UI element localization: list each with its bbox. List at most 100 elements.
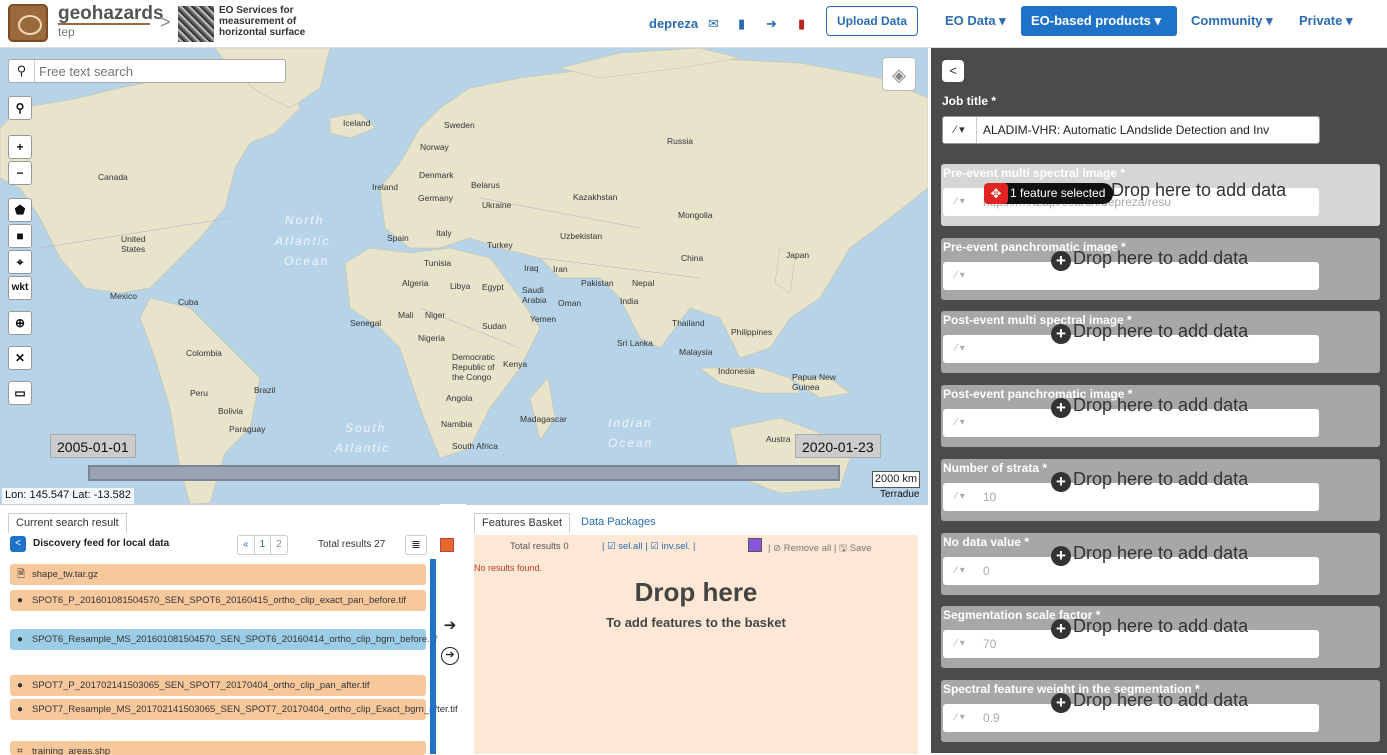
result-name: SPOT7_Resample_MS_201702141503065_SEN_SP… bbox=[32, 704, 458, 715]
arrow-right-icon[interactable]: ➔ bbox=[441, 617, 459, 635]
rectangle-tool-icon[interactable]: ■ bbox=[8, 224, 32, 248]
tab-current-search-result[interactable]: Current search result bbox=[8, 513, 127, 533]
magic-wand-icon[interactable]: ⁄ ▾ bbox=[943, 117, 977, 143]
magic-wand-icon[interactable]: ⁄ ▾ bbox=[943, 262, 977, 290]
geohazards-logo[interactable] bbox=[8, 4, 48, 42]
timeline-start-date: 2005-01-01 bbox=[50, 434, 136, 458]
scale-bar: 2000 km bbox=[872, 471, 920, 488]
brand-name[interactable]: geohazards bbox=[58, 3, 164, 25]
arrow-circle-right-icon[interactable]: ➔ bbox=[441, 647, 459, 665]
magic-wand-icon[interactable]: ⁄ ▾ bbox=[943, 335, 977, 363]
tab-features-basket[interactable]: Features Basket bbox=[474, 513, 571, 533]
share-icon[interactable]: < bbox=[942, 60, 964, 82]
logout-icon[interactable]: ➜ bbox=[766, 16, 777, 32]
map-view[interactable]: North Atlantic Ocean South Atlantic Indi… bbox=[0, 48, 928, 504]
layers-icon[interactable]: ◈ bbox=[882, 57, 916, 91]
result-name: training_areas.shp bbox=[32, 746, 111, 755]
map-label-pakistan: Pakistan bbox=[581, 278, 614, 288]
nav-eo-data[interactable]: EO Data ▾ bbox=[935, 6, 1016, 36]
page-1[interactable]: 1 bbox=[255, 536, 272, 554]
magic-wand-icon[interactable]: ⁄ ▾ bbox=[943, 188, 977, 216]
color-legend-orange[interactable] bbox=[440, 538, 454, 552]
plus-icon: + bbox=[1051, 251, 1071, 271]
map-label-png: Papua New Guinea bbox=[792, 372, 836, 392]
result-item[interactable]: ● SPOT6_P_201601081504570_SEN_SPOT6_20160… bbox=[10, 590, 426, 611]
point-tool-icon[interactable]: ⌖ bbox=[8, 250, 32, 274]
map-label-brazil: Brazil bbox=[254, 385, 276, 395]
page-first[interactable]: « bbox=[238, 536, 255, 554]
magic-wand-icon[interactable]: ⁄ ▾ bbox=[943, 557, 977, 585]
map-label-sri-lanka: Sri Lanka bbox=[617, 338, 653, 348]
map-label-nepal: Nepal bbox=[632, 278, 655, 288]
fullscreen-icon[interactable]: ✕ bbox=[8, 346, 32, 370]
map-label-sweden: Sweden bbox=[444, 120, 475, 130]
free-text-search-input[interactable] bbox=[39, 62, 279, 80]
drop-hint-text: Drop here to add data bbox=[1073, 469, 1249, 489]
map-label-south-africa: South Africa bbox=[452, 441, 498, 451]
map-label-ireland: Ireland bbox=[372, 182, 398, 192]
basket-select-links[interactable]: | ☑ sel.all | ☑ inv.sel. | bbox=[602, 541, 695, 552]
map-label-sudan: Sudan bbox=[482, 321, 507, 331]
book-icon[interactable]: ▮ bbox=[738, 16, 745, 32]
globe-icon: ● bbox=[17, 704, 24, 715]
timeline-end-date: 2020-01-23 bbox=[795, 434, 881, 458]
job-title-value: ALADIM-VHR: Automatic LAndslide Detectio… bbox=[983, 123, 1270, 137]
ruler-icon[interactable]: ▭ bbox=[8, 381, 32, 405]
result-item[interactable]: ● SPOT7_Resample_MS_201702141503065_SEN_S… bbox=[10, 699, 458, 720]
page-2[interactable]: 2 bbox=[271, 536, 287, 554]
field-label: No data value * bbox=[943, 535, 1030, 549]
zoom-in-button[interactable]: + bbox=[8, 135, 32, 159]
nav-eo-based-products[interactable]: EO-based products ▾ bbox=[1021, 6, 1177, 36]
magic-wand-icon[interactable]: ⁄ ▾ bbox=[943, 630, 977, 658]
field-segmentation-scale[interactable]: Segmentation scale factor * ⁄ ▾ 70 + Drop … bbox=[941, 606, 1380, 668]
basket-actions[interactable]: | ⊘ Remove all | 🖫 Save bbox=[768, 541, 871, 557]
result-item[interactable]: ● SPOT7_P_201702141503065_SEN_SPOT7_20170… bbox=[10, 675, 426, 696]
magic-wand-icon[interactable]: ⁄ ▾ bbox=[943, 483, 977, 511]
tab-data-packages[interactable]: Data Packages bbox=[574, 513, 663, 533]
mail-icon[interactable]: ✉ bbox=[708, 16, 719, 32]
user-link[interactable]: depreza bbox=[649, 16, 698, 31]
globe-icon[interactable]: ⊕ bbox=[8, 311, 32, 335]
field-post-event-pan[interactable]: Post-event panchromatic image * ⁄ ▾ + Dro… bbox=[941, 385, 1380, 447]
attribution[interactable]: Terradue bbox=[880, 489, 919, 500]
ocean-label-indian: Indian bbox=[608, 416, 653, 430]
total-results-count: 27 bbox=[374, 539, 386, 550]
result-item[interactable]: ● SPOT6_Resample_MS_201601081504570_SEN_S… bbox=[10, 629, 437, 650]
ocean-label-north-atlantic-2: Atlantic bbox=[275, 234, 331, 248]
map-label-namibia: Namibia bbox=[441, 419, 473, 429]
results-scrollbar[interactable] bbox=[430, 559, 436, 754]
map-label-canada: Canada bbox=[98, 172, 128, 182]
no-results-text: No results found. bbox=[474, 563, 543, 573]
globe-icon: ● bbox=[17, 595, 24, 606]
drop-hint-text: Drop here to add data bbox=[1073, 395, 1249, 415]
result-name: SPOT6_P_201601081504570_SEN_SPOT6_201604… bbox=[32, 595, 406, 606]
share-icon[interactable]: < bbox=[10, 536, 26, 552]
field-spectral-weight[interactable]: Spectral feature weight in the segmentat… bbox=[941, 680, 1380, 742]
plus-icon: + bbox=[1051, 693, 1071, 713]
list-view-icon[interactable]: ≣ bbox=[405, 535, 427, 555]
field-pre-event-pan[interactable]: Pre-event panchromatic image * ⁄ ▾ + Drop… bbox=[941, 238, 1380, 300]
features-basket-panel: Features Basket Data Packages Total resu… bbox=[466, 504, 928, 754]
field-no-data-value[interactable]: No data value * ⁄ ▾ 0 + Drop here to add d… bbox=[941, 533, 1380, 595]
magic-wand-icon[interactable]: ⁄ ▾ bbox=[943, 704, 977, 732]
search-icon[interactable]: ⚲ bbox=[9, 60, 35, 82]
polygon-tool-icon[interactable]: ⬟ bbox=[8, 198, 32, 222]
field-number-of-strata[interactable]: Number of strata * ⁄ ▾ 10 + Drop here to a… bbox=[941, 459, 1380, 521]
result-item[interactable]: 🗎 shape_tw.tar.gz bbox=[10, 564, 426, 585]
service-title[interactable]: EO Services for measurement of horizonta… bbox=[219, 5, 329, 38]
map-label-paraguay: Paraguay bbox=[229, 424, 266, 434]
drop-hint: + Drop here to add data bbox=[1051, 690, 1248, 713]
zoom-out-button[interactable]: − bbox=[8, 161, 32, 185]
shape-icon: ⌗ bbox=[17, 746, 23, 755]
timeline-slider[interactable] bbox=[88, 465, 840, 481]
nav-community[interactable]: Community ▾ bbox=[1181, 6, 1283, 36]
magic-wand-icon[interactable]: ⁄ ▾ bbox=[943, 409, 977, 437]
field-post-event-ms[interactable]: Post-event multi spectral image * ⁄ ▾ + D… bbox=[941, 311, 1380, 373]
color-legend-purple[interactable] bbox=[748, 538, 762, 552]
job-title-field[interactable]: ⁄ ▾ ALADIM-VHR: Automatic LAndslide Dete… bbox=[942, 116, 1320, 144]
wkt-tool-button[interactable]: wkt bbox=[8, 276, 32, 300]
manual-icon[interactable]: ▮ bbox=[798, 16, 805, 32]
search-tool-icon[interactable]: ⚲ bbox=[8, 96, 32, 120]
upload-data-button[interactable]: Upload Data bbox=[826, 6, 918, 36]
nav-private[interactable]: Private ▾ bbox=[1289, 6, 1363, 36]
